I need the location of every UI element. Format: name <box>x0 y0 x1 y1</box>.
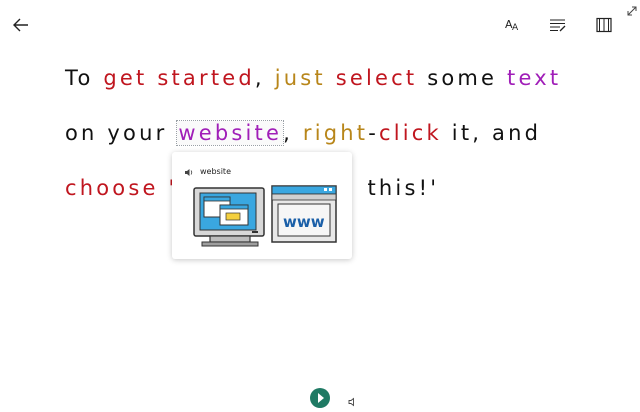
grammar-options-button[interactable] <box>547 14 569 36</box>
picture-dictionary-popup: website www <box>172 152 352 259</box>
voice-settings-icon <box>348 397 354 407</box>
back-button[interactable] <box>10 14 32 36</box>
reading-word[interactable]: just <box>275 66 326 90</box>
reading-word[interactable]: it, and <box>442 121 541 145</box>
www-label: www <box>283 213 325 231</box>
reading-word[interactable]: click <box>379 121 442 145</box>
expand-icon <box>627 6 637 16</box>
popup-word: website <box>200 167 231 176</box>
reading-word[interactable]: , <box>255 66 275 90</box>
text-size-icon: A A <box>505 18 519 33</box>
arrow-left-icon <box>13 18 28 32</box>
svg-text:A: A <box>512 23 519 33</box>
speaker-icon[interactable] <box>184 162 194 181</box>
reading-word[interactable]: right <box>303 121 368 145</box>
book-icon <box>596 17 612 33</box>
reading-word[interactable]: text <box>507 66 561 90</box>
play-icon <box>318 393 324 403</box>
reading-line-2: on your website, right-click it, and <box>65 120 541 146</box>
reading-word[interactable]: this!' <box>367 176 439 200</box>
computer-window-icon[interactable] <box>190 186 270 252</box>
expand-button[interactable] <box>626 2 638 16</box>
text-options-button[interactable]: A A <box>502 14 524 36</box>
reading-word[interactable]: , <box>283 121 303 145</box>
reading-preferences-button[interactable] <box>593 14 615 36</box>
reading-word[interactable] <box>326 66 336 90</box>
reading-word[interactable]: choose ' <box>65 176 177 200</box>
reading-word[interactable]: - <box>368 121 379 145</box>
browser-www-icon[interactable]: www <box>270 184 340 248</box>
voice-settings-button[interactable] <box>348 392 360 407</box>
reading-word[interactable]: on your <box>65 121 177 145</box>
reading-word[interactable]: To <box>65 66 103 90</box>
grammar-options-icon <box>550 19 566 32</box>
reading-line-1: To get started, just select some text <box>65 66 561 90</box>
play-button[interactable] <box>310 388 330 408</box>
selected-word[interactable]: website <box>176 120 285 146</box>
reading-word[interactable]: select <box>336 66 418 90</box>
reading-word[interactable]: get started <box>103 66 255 90</box>
reading-word[interactable]: some <box>417 66 507 90</box>
popup-header: website <box>184 162 231 181</box>
